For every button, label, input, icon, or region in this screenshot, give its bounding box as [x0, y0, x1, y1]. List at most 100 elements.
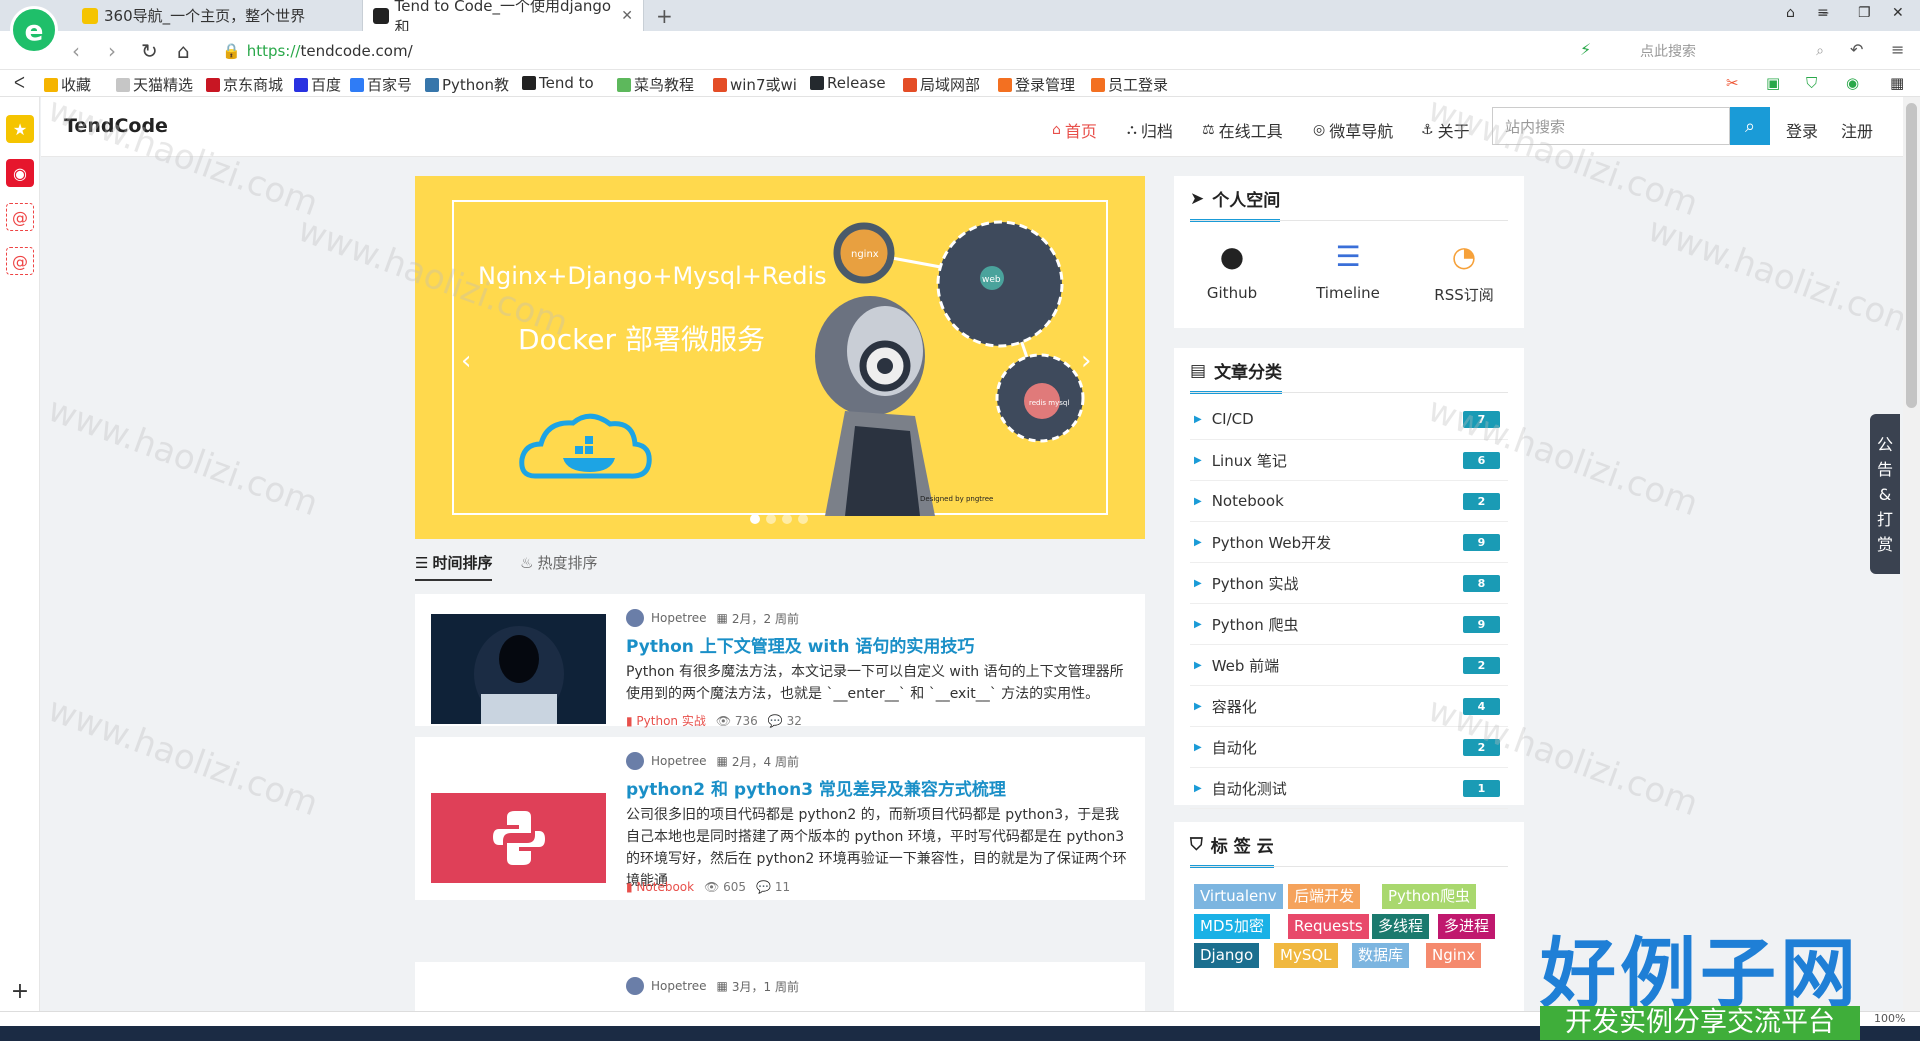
- login-link[interactable]: 登录: [1786, 118, 1818, 142]
- tag-item[interactable]: 数据库: [1352, 943, 1410, 968]
- mail-icon[interactable]: @: [6, 247, 34, 275]
- apps-icon[interactable]: ▦: [1890, 74, 1904, 92]
- bookmark-item[interactable]: 百家号: [350, 74, 412, 95]
- github-link[interactable]: ● Github: [1182, 236, 1282, 303]
- nav-tools[interactable]: ⚖ 在线工具: [1202, 118, 1283, 142]
- scrollbar-thumb[interactable]: [1906, 103, 1917, 408]
- nav-home[interactable]: ⌂ 首页: [1052, 118, 1097, 142]
- bookmark-item[interactable]: 百度: [294, 74, 341, 95]
- weibo-icon[interactable]: ◉: [6, 159, 34, 187]
- translate-icon[interactable]: ▣: [1766, 74, 1780, 92]
- tab-sort-hot[interactable]: ♨ 热度排序: [520, 552, 597, 573]
- forward-icon[interactable]: ›: [108, 39, 116, 63]
- bookmark-item[interactable]: 菜鸟教程: [617, 74, 694, 95]
- bookmark-item[interactable]: Python教: [425, 74, 509, 95]
- author-name[interactable]: Hopetree: [651, 754, 707, 768]
- site-brand[interactable]: TendCode: [64, 115, 168, 137]
- nav-navigation[interactable]: ◎ 微草导航: [1313, 118, 1393, 142]
- bookmark-item[interactable]: 员工登录: [1091, 74, 1168, 95]
- browser-tab-tendcode[interactable]: Tend to Code_一个使用django和 ✕: [362, 0, 644, 36]
- bookmark-item[interactable]: 收藏: [44, 74, 91, 95]
- page-scrollbar[interactable]: [1903, 97, 1920, 1011]
- article-thumbnail[interactable]: [431, 793, 606, 883]
- shirt-skin-icon[interactable]: ⌂: [1786, 5, 1795, 21]
- mail-icon[interactable]: @: [6, 203, 34, 231]
- category-item[interactable]: ▶ 自动化测试 1: [1190, 768, 1508, 809]
- url-field[interactable]: 🔒 https:// tendcode.com/: [222, 38, 1602, 64]
- carousel-banner[interactable]: Nginx+Django+Mysql+Redis Docker 部署微服务 ‹ …: [415, 176, 1145, 539]
- category-item[interactable]: ▶ 容器化 4: [1190, 686, 1508, 727]
- tag-item[interactable]: 多进程: [1438, 914, 1496, 939]
- category-item[interactable]: ▶ Python 爬虫 9: [1190, 604, 1508, 645]
- tag-item[interactable]: Virtualenv: [1194, 884, 1283, 909]
- avatar[interactable]: [626, 977, 644, 995]
- home-icon[interactable]: ⌂: [177, 39, 190, 63]
- avatar[interactable]: [626, 752, 644, 770]
- back-icon[interactable]: ‹: [72, 39, 80, 63]
- tag-item[interactable]: Python爬虫: [1382, 884, 1476, 909]
- bookmark-item[interactable]: 京东商城: [206, 74, 283, 95]
- bookmark-item[interactable]: 天猫精选: [116, 74, 193, 95]
- tag-item[interactable]: 多线程: [1372, 914, 1430, 939]
- site-search-input[interactable]: 站内搜索: [1492, 107, 1730, 145]
- bookmark-item[interactable]: Release: [810, 74, 886, 92]
- bookmark-item[interactable]: Tend to: [522, 74, 594, 92]
- tag-item[interactable]: 后端开发: [1288, 884, 1361, 909]
- carousel-dot[interactable]: [798, 514, 808, 524]
- article-category[interactable]: ▮ Notebook: [626, 880, 694, 894]
- notice-donate-tab[interactable]: 公告 & 打赏: [1870, 414, 1900, 574]
- browser-search-input[interactable]: 点此搜索 ⌕: [1630, 38, 1830, 64]
- bookmark-item[interactable]: 登录管理: [998, 74, 1075, 95]
- rss-link[interactable]: ◔ RSS订阅: [1414, 236, 1514, 305]
- carousel-dot[interactable]: [766, 514, 776, 524]
- browser-tab-360[interactable]: 360导航_一个主页，整个世界: [72, 0, 354, 31]
- bookmark-item[interactable]: win7或wi: [713, 74, 797, 95]
- lightning-icon[interactable]: ⚡: [1580, 40, 1591, 59]
- article-title[interactable]: Python 上下文管理及 with 语句的实用技巧: [626, 632, 974, 657]
- undo-icon[interactable]: ↶: [1850, 40, 1863, 59]
- avatar[interactable]: [626, 609, 644, 627]
- browser-logo-icon[interactable]: e: [10, 6, 58, 54]
- game-icon[interactable]: ◉: [1846, 74, 1859, 92]
- register-link[interactable]: 注册: [1841, 118, 1873, 142]
- article-title[interactable]: python2 和 python3 常见差异及兼容方式梳理: [626, 775, 1006, 800]
- article-category[interactable]: ▮ Python 实战: [626, 712, 706, 729]
- tag-item[interactable]: Nginx: [1426, 943, 1482, 968]
- tab-sort-time[interactable]: ☰ 时间排序: [415, 552, 493, 581]
- timeline-link[interactable]: ☰ Timeline: [1298, 236, 1398, 303]
- nav-archive[interactable]: ⛬ 归档: [1127, 118, 1173, 142]
- article-card[interactable]: Hopetree ▦ 2月，4 周前 python2 和 python3 常见差…: [415, 737, 1145, 900]
- category-item[interactable]: ▶ Python Web开发 9: [1190, 522, 1508, 563]
- category-item[interactable]: ▶ CI/CD 7: [1190, 399, 1508, 440]
- favorites-star-icon[interactable]: ★: [6, 115, 34, 143]
- category-item[interactable]: ▶ 自动化 2: [1190, 727, 1508, 768]
- close-window-icon[interactable]: ✕: [1892, 5, 1904, 21]
- tag-item[interactable]: MySQL: [1274, 943, 1338, 968]
- article-thumbnail[interactable]: [431, 614, 606, 724]
- author-name[interactable]: Hopetree: [651, 611, 707, 625]
- site-search-button[interactable]: ⌕: [1730, 107, 1770, 145]
- category-item[interactable]: ▶ Linux 笔记 6: [1190, 440, 1508, 481]
- new-tab-button[interactable]: +: [656, 4, 673, 28]
- article-card[interactable]: Hopetree ▦ 2月，2 周前 Python 上下文管理及 with 语句…: [415, 594, 1145, 729]
- shield-icon[interactable]: ⛉: [1806, 74, 1817, 92]
- sidebar-toggle-icon[interactable]: ᐸ: [14, 74, 25, 92]
- carousel-indicators[interactable]: [750, 514, 808, 524]
- zoom-level[interactable]: 100%: [1874, 1012, 1905, 1025]
- add-icon[interactable]: +: [6, 977, 34, 1005]
- scissors-icon[interactable]: ✂: [1726, 74, 1739, 92]
- bookmark-item[interactable]: 局域网部: [903, 74, 980, 95]
- carousel-dot[interactable]: [750, 514, 760, 524]
- category-item[interactable]: ▶ Web 前端 2: [1190, 645, 1508, 686]
- category-item[interactable]: ▶ Python 实战 8: [1190, 563, 1508, 604]
- nav-about[interactable]: ⚓ 关于: [1421, 118, 1470, 142]
- close-tab-icon[interactable]: ✕: [621, 8, 633, 24]
- browser-menu-icon[interactable]: ≡: [1891, 40, 1904, 59]
- carousel-dot[interactable]: [782, 514, 792, 524]
- maximize-icon[interactable]: ❐: [1858, 5, 1871, 21]
- minimize-icon[interactable]: –: [1822, 5, 1829, 21]
- tag-item[interactable]: Requests: [1288, 914, 1369, 939]
- category-item[interactable]: ▶ Notebook 2: [1190, 481, 1508, 522]
- tag-item[interactable]: MD5加密: [1194, 914, 1271, 939]
- article-card[interactable]: Hopetree ▦ 3月，1 周前: [415, 962, 1145, 1011]
